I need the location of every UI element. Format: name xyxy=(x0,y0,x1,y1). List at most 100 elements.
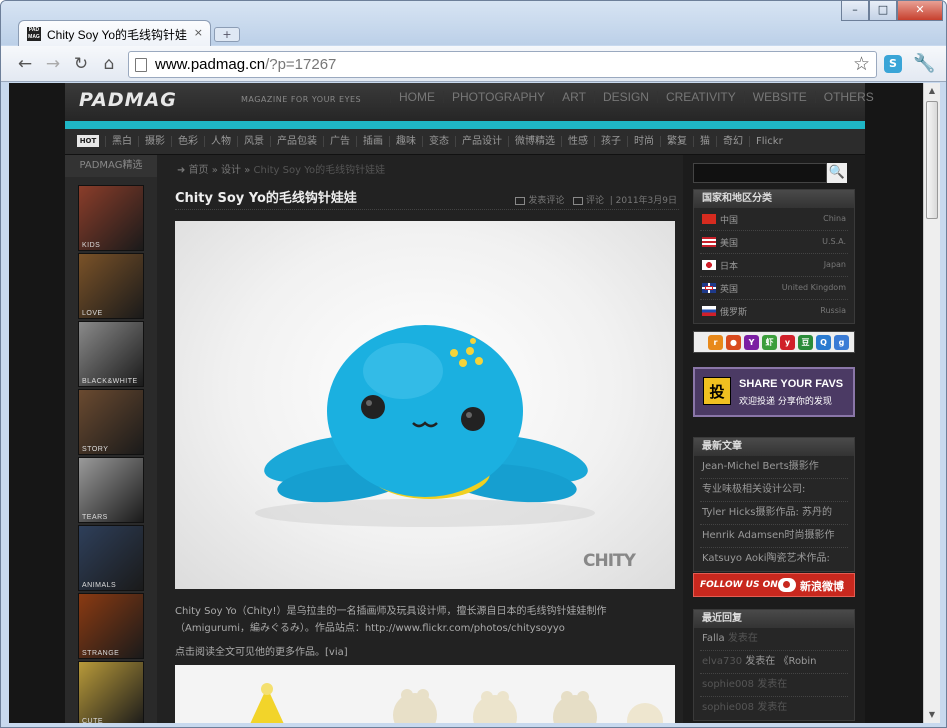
tab-close-icon[interactable]: × xyxy=(194,26,203,39)
close-window-button[interactable]: ✕ xyxy=(897,1,943,21)
share-your-favs-banner[interactable]: 投 SHARE YOUR FAVS 欢迎投递 分享你的发现 xyxy=(693,367,855,417)
category-item[interactable]: 变态 xyxy=(422,136,455,147)
search-icon[interactable]: 🔍 xyxy=(827,163,847,183)
recent-comment[interactable]: elva730 发表在 《Robin xyxy=(700,651,848,674)
nav-website[interactable]: WEBSITE xyxy=(743,91,815,103)
comments-link[interactable]: 评论 xyxy=(586,196,604,206)
category-item[interactable]: 摄影 xyxy=(138,136,171,147)
social-share-icon[interactable]: r xyxy=(708,335,723,350)
extension-icon[interactable]: S xyxy=(884,55,902,73)
featured-header: PADMAG精选 xyxy=(65,155,157,177)
featured-thumb[interactable]: BLACK&WHITE xyxy=(78,321,144,387)
octopus-doll-photo[interactable]: CHITY xyxy=(175,221,675,589)
vertical-scrollbar[interactable]: ▲ ▼ xyxy=(923,83,940,723)
category-item[interactable]: 猫 xyxy=(693,136,716,147)
scroll-up-icon[interactable]: ▲ xyxy=(924,83,940,99)
nav-home[interactable]: HOME xyxy=(390,91,443,103)
thumb-label: BLACK&WHITE xyxy=(82,378,138,385)
back-button[interactable]: ← xyxy=(13,52,37,76)
recent-post-link[interactable]: 专业味极相关设计公司: xyxy=(700,479,848,502)
social-share-icon[interactable]: ● xyxy=(726,335,741,350)
recent-post-link[interactable]: Henrik Adamsen时尚摄影作 xyxy=(700,525,848,548)
thumb-label: KIDS xyxy=(82,242,101,249)
minimize-button[interactable]: – xyxy=(841,1,869,21)
forward-button[interactable]: → xyxy=(41,52,65,76)
category-item[interactable]: 产品包装 xyxy=(270,136,323,147)
nav-photography[interactable]: PHOTOGRAPHY xyxy=(443,91,553,103)
region-uk[interactable]: 英国 United Kingdom xyxy=(700,277,848,300)
weibo-follow-button[interactable]: FOLLOW US ON 新浪微博 xyxy=(693,573,855,597)
social-share-icon[interactable]: Y xyxy=(744,335,759,350)
region-china[interactable]: 中国 China xyxy=(700,208,848,231)
category-item[interactable]: 趣味 xyxy=(389,136,422,147)
featured-sidebar: PADMAG精选 KIDS LOVE BLACK&WHITE STORY TEARS AN… xyxy=(65,155,157,723)
recent-comment[interactable]: sophie008 发表在 xyxy=(700,674,848,697)
category-item[interactable]: 繁复 xyxy=(660,136,693,147)
social-share-icon[interactable]: Q xyxy=(816,335,831,350)
home-button[interactable]: ⌂ xyxy=(97,52,121,76)
recent-comment[interactable]: Falla 发表在 xyxy=(700,628,848,651)
breadcrumb-category[interactable]: 设计 xyxy=(221,165,241,176)
thumb-label: ANIMALS xyxy=(82,582,117,589)
social-share-icon[interactable]: y xyxy=(780,335,795,350)
maximize-button[interactable]: □ xyxy=(869,1,897,21)
category-item[interactable]: 风景 xyxy=(237,136,270,147)
new-tab-button[interactable]: + xyxy=(214,27,240,42)
article-description: Chity Soy Yo（Chity!）是乌拉圭的一名插画师及玩具设计师，擅长源… xyxy=(175,606,607,634)
nav-creativity[interactable]: CREATIVITY xyxy=(656,91,744,103)
address-bar[interactable]: www.padmag.cn/?p=17267 ☆ xyxy=(128,51,877,78)
tab-strip: PAD MAG Chity Soy Yo的毛线钩针娃娃 × + – □ ✕ xyxy=(1,1,946,47)
region-usa[interactable]: 美国 U.S.A. xyxy=(700,231,848,254)
recent-comment[interactable]: sophie008 发表在 xyxy=(700,697,848,720)
featured-thumb[interactable]: LOVE xyxy=(78,253,144,319)
region-russia[interactable]: 俄罗斯 Russia xyxy=(700,300,848,323)
browser-tab[interactable]: PAD MAG Chity Soy Yo的毛线钩针娃娃 × xyxy=(18,20,211,47)
recent-post-link[interactable]: Tyler Hicks摄影作品: 苏丹的 xyxy=(700,502,848,525)
category-item[interactable]: 奇幻 xyxy=(716,136,749,147)
post-comment-link[interactable]: 发表评论 xyxy=(528,196,564,206)
browser-toolbar: ← → ↻ ⌂ www.padmag.cn/?p=17267 ☆ S 🔧 xyxy=(1,46,946,82)
breadcrumb-home[interactable]: 首页 xyxy=(189,165,209,176)
category-item[interactable]: 时尚 xyxy=(627,136,660,147)
nav-others[interactable]: OTHERS xyxy=(814,91,882,103)
bookmark-star-icon[interactable]: ☆ xyxy=(853,53,870,75)
social-share-icon[interactable]: g xyxy=(834,335,849,350)
china-flag-icon xyxy=(702,214,716,224)
region-japan[interactable]: 日本 Japan xyxy=(700,254,848,277)
featured-thumb[interactable]: ANIMALS xyxy=(78,525,144,591)
read-more-text[interactable]: 点击阅读全文可见他的更多作品。[via] xyxy=(175,643,348,658)
social-share-icon[interactable]: 豆 xyxy=(798,335,813,350)
category-item[interactable]: 广告 xyxy=(323,136,356,147)
thumb-label: TEARS xyxy=(82,514,108,521)
featured-thumb[interactable]: STRANGE xyxy=(78,593,144,659)
featured-thumb[interactable]: STORY xyxy=(78,389,144,455)
nav-design[interactable]: DESIGN xyxy=(593,91,657,103)
category-item[interactable]: 黑白 xyxy=(105,136,138,147)
category-item[interactable]: 人物 xyxy=(204,136,237,147)
category-item[interactable]: Flickr xyxy=(749,136,789,147)
wrench-menu-icon[interactable]: 🔧 xyxy=(913,53,935,74)
category-item[interactable]: 插画 xyxy=(356,136,389,147)
reload-button[interactable]: ↻ xyxy=(69,52,93,76)
featured-thumb[interactable]: KIDS xyxy=(78,185,144,251)
category-item[interactable]: 产品设计 xyxy=(455,136,508,147)
scrollbar-thumb[interactable] xyxy=(926,101,938,219)
scroll-down-icon[interactable]: ▼ xyxy=(924,707,940,723)
category-item[interactable]: 色彩 xyxy=(171,136,204,147)
octopus-illustration xyxy=(255,325,595,527)
category-item[interactable]: 性感 xyxy=(561,136,594,147)
featured-thumb[interactable]: CUTE xyxy=(78,661,144,723)
social-share-icon[interactable]: 虾 xyxy=(762,335,777,350)
recent-post-link[interactable]: Katsuyo Aoki陶瓷艺术作品: xyxy=(700,548,848,571)
second-photo[interactable] xyxy=(175,665,675,723)
site-logo[interactable]: PADMAG xyxy=(79,89,177,111)
category-item[interactable]: 微博精选 xyxy=(508,136,561,147)
search-input[interactable] xyxy=(693,163,827,183)
category-item[interactable]: 孩子 xyxy=(594,136,627,147)
page-title[interactable]: Chity Soy Yo的毛线钩针娃娃 xyxy=(175,187,357,206)
regions-title: 国家和地区分类 xyxy=(694,190,854,208)
featured-thumb[interactable]: TEARS xyxy=(78,457,144,523)
nav-art[interactable]: ART xyxy=(553,91,594,103)
recent-post-link[interactable]: Jean-Michel Berts摄影作 xyxy=(700,456,848,479)
featured-thumbs: KIDS LOVE BLACK&WHITE STORY TEARS ANIMALS STRA… xyxy=(78,185,144,723)
